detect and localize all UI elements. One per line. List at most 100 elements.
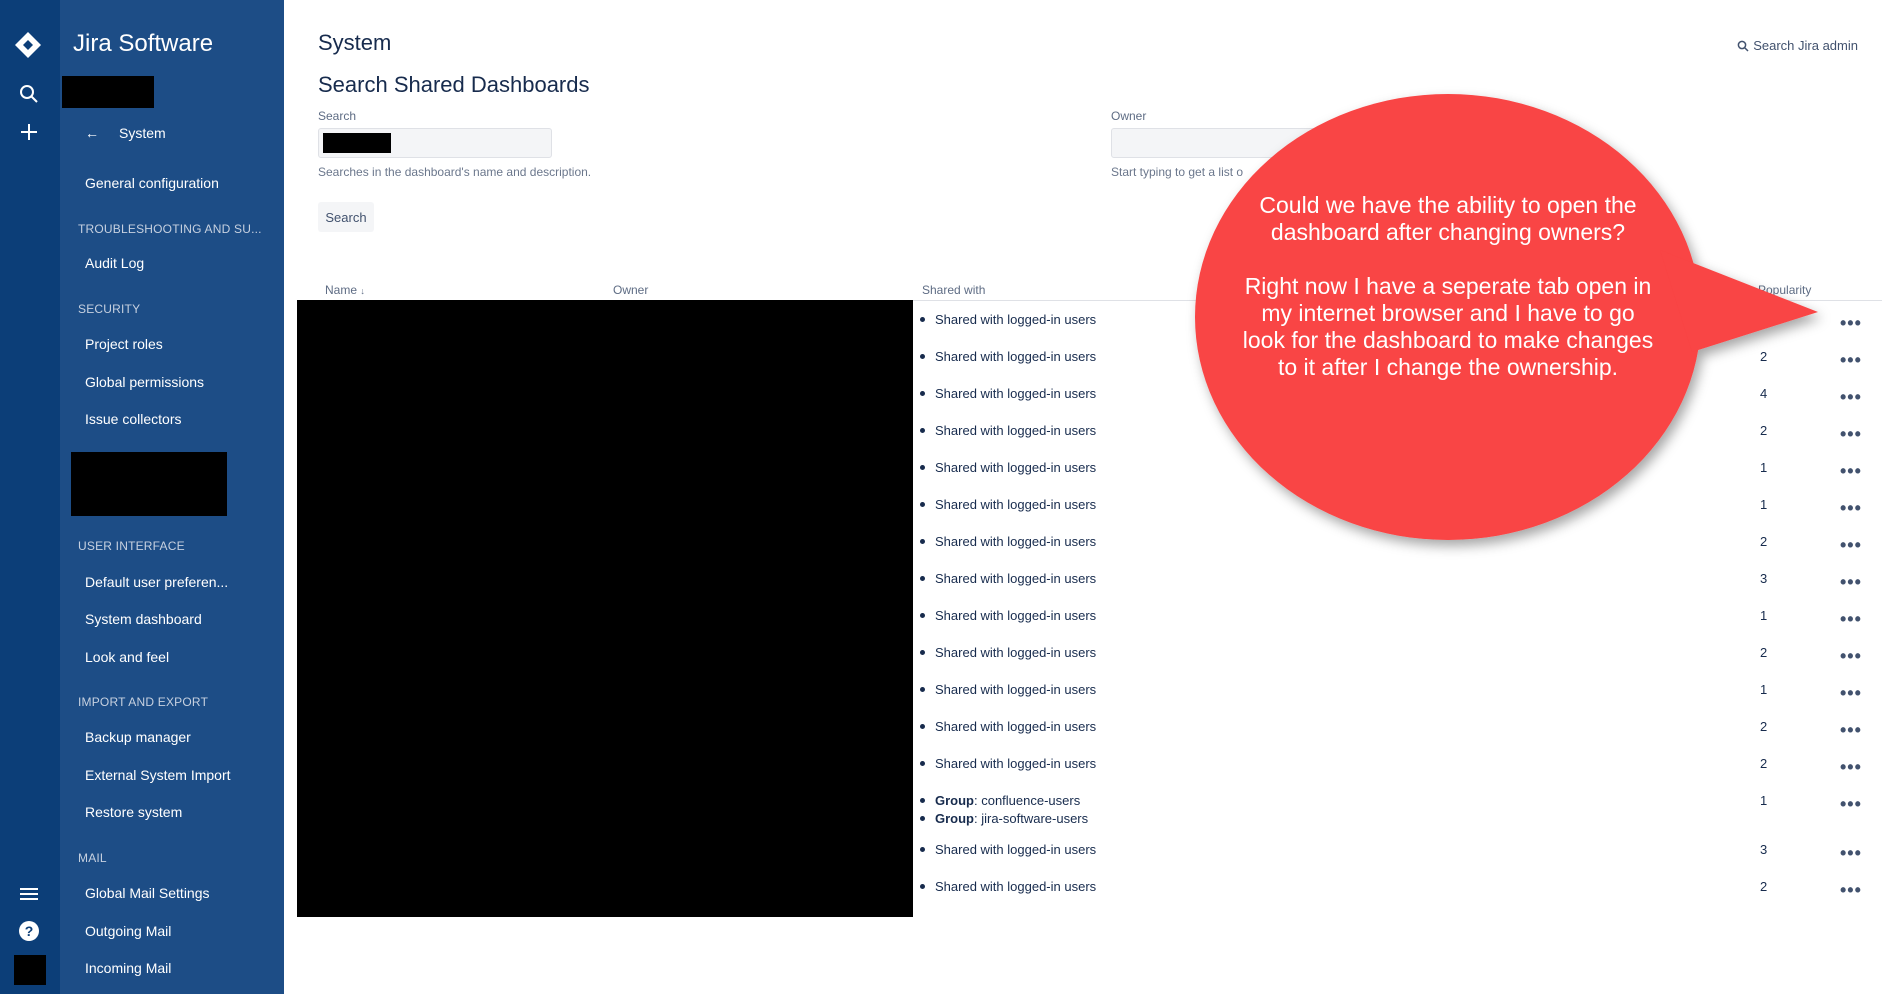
global-nav: ? [0, 0, 60, 994]
popularity-value: 1 [1760, 793, 1768, 808]
table-row: Group: confluence-users [920, 793, 1080, 808]
back-label: System [119, 125, 166, 141]
column-header-shared-with: Shared with [922, 283, 986, 297]
search-admin-link[interactable]: Search Jira admin [1737, 38, 1858, 53]
column-header-popularity[interactable]: Popularity [1758, 283, 1811, 297]
avatar[interactable] [14, 955, 46, 985]
popularity-value: 2 [1760, 534, 1768, 549]
help-icon[interactable]: ? [15, 917, 43, 945]
more-actions-icon[interactable]: ••• [1840, 314, 1862, 332]
popularity-value: 1 [1760, 608, 1768, 623]
table-row: Shared with logged-in users [920, 497, 1096, 512]
popularity-value: 2 [1760, 645, 1768, 660]
table-row: Shared with logged-in users [920, 534, 1096, 549]
table-row: Shared with logged-in users [920, 842, 1096, 857]
column-header-owner[interactable]: Owner [613, 283, 648, 297]
popularity-value: 2 [1760, 756, 1768, 771]
table-row: Shared with logged-in users [920, 645, 1096, 660]
sidebar-item-project-roles[interactable]: Project roles [85, 336, 163, 352]
sidebar-item-default-user-preferences[interactable]: Default user preferen... [85, 574, 228, 590]
table-row: Shared with logged-in users [920, 386, 1096, 401]
redacted-project [62, 76, 154, 108]
table-row: Group: jira-software-users [920, 811, 1088, 826]
more-actions-icon[interactable]: ••• [1840, 536, 1862, 554]
table-row: Shared with logged-in users [920, 460, 1096, 475]
redacted-section [71, 452, 227, 516]
callout-text: Could we have the ability to open the da… [1242, 192, 1654, 380]
sidebar-item-outgoing-mail[interactable]: Outgoing Mail [85, 923, 171, 939]
search-icon[interactable] [15, 80, 43, 108]
more-actions-icon[interactable]: ••• [1840, 684, 1862, 702]
popularity-value: 3 [1760, 842, 1768, 857]
popularity-value: 2 [1760, 349, 1768, 364]
more-actions-icon[interactable]: ••• [1840, 388, 1862, 406]
more-actions-icon[interactable]: ••• [1840, 758, 1862, 776]
popularity-value: 1 [1760, 460, 1768, 475]
main-content: System Search Jira admin Search Shared D… [284, 0, 1896, 994]
column-header-name[interactable]: Name ↓ [325, 283, 365, 297]
product-name[interactable]: Jira Software [73, 30, 213, 58]
sidebar-item-global-mail-settings[interactable]: Global Mail Settings [85, 885, 210, 901]
sidebar-item-look-and-feel[interactable]: Look and feel [85, 649, 169, 665]
sidebar-item-global-permissions[interactable]: Global permissions [85, 374, 204, 390]
redacted-dashboard-names [297, 300, 913, 917]
popularity-value: 2 [1760, 719, 1768, 734]
more-actions-icon[interactable]: ••• [1840, 881, 1862, 899]
more-actions-icon[interactable]: ••• [1840, 795, 1862, 813]
sidebar-section-security: SECURITY [78, 302, 141, 316]
more-actions-icon[interactable]: ••• [1840, 351, 1862, 369]
popularity-value: 2 [1760, 423, 1768, 438]
owner-input[interactable] [1111, 128, 1393, 158]
sidebar-section-import-export: IMPORT AND EXPORT [78, 695, 209, 709]
more-actions-icon[interactable]: ••• [1840, 610, 1862, 628]
popularity-value: 2 [1760, 879, 1768, 894]
owner-help-text: Start typing to get a list o [1111, 165, 1244, 179]
sidebar: Jira Software ← System General configura… [60, 0, 284, 994]
redacted-search-value [323, 133, 391, 153]
sidebar-item-audit-log[interactable]: Audit Log [85, 255, 144, 271]
svg-text:?: ? [25, 923, 34, 939]
table-row: Shared with logged-in users [920, 349, 1096, 364]
more-actions-icon[interactable]: ••• [1840, 844, 1862, 862]
search-help-text: Searches in the dashboard's name and des… [318, 165, 592, 179]
table-row: Shared with logged-in users [920, 571, 1096, 586]
sidebar-section-troubleshooting: TROUBLESHOOTING AND SU... [78, 222, 262, 236]
sidebar-item-general-configuration[interactable]: General configuration [85, 175, 219, 191]
sort-arrow-icon: ↓ [360, 286, 365, 296]
popularity-value: 3 [1760, 571, 1768, 586]
popularity-value: 4 [1760, 386, 1768, 401]
sidebar-item-external-system-import[interactable]: External System Import [85, 767, 231, 783]
owner-label: Owner [1111, 109, 1147, 123]
table-row: Shared with logged-in users [920, 719, 1096, 734]
table-row: Shared with logged-in users [920, 879, 1096, 894]
menu-icon[interactable] [15, 880, 43, 908]
sidebar-item-backup-manager[interactable]: Backup manager [85, 729, 191, 745]
more-actions-icon[interactable]: ••• [1840, 499, 1862, 517]
plus-icon[interactable] [15, 118, 43, 146]
sidebar-item-issue-collectors[interactable]: Issue collectors [85, 411, 181, 427]
search-input[interactable] [318, 128, 552, 158]
sidebar-section-mail: MAIL [78, 851, 107, 865]
sidebar-section-user-interface: USER INTERFACE [78, 539, 185, 553]
search-label: Search [318, 109, 357, 123]
jira-logo-icon[interactable] [13, 30, 43, 60]
popularity-value: 1 [1760, 682, 1768, 697]
search-icon [1737, 40, 1749, 52]
form-title: Search Shared Dashboards [318, 72, 590, 97]
popularity-value: 1 [1760, 497, 1768, 512]
table-row: Shared with logged-in users [920, 608, 1096, 623]
more-actions-icon[interactable]: ••• [1840, 425, 1862, 443]
more-actions-icon[interactable]: ••• [1840, 462, 1862, 480]
sidebar-item-system-dashboard[interactable]: System dashboard [85, 611, 202, 627]
back-link[interactable]: ← System [85, 125, 166, 141]
arrow-left-icon: ← [85, 125, 99, 141]
page-title: System [318, 30, 392, 55]
sidebar-item-restore-system[interactable]: Restore system [85, 804, 182, 820]
more-actions-icon[interactable]: ••• [1840, 647, 1862, 665]
search-admin-label: Search Jira admin [1753, 38, 1858, 53]
more-actions-icon[interactable]: ••• [1840, 573, 1862, 591]
more-actions-icon[interactable]: ••• [1840, 721, 1862, 739]
table-row: Shared with logged-in users [920, 312, 1096, 327]
sidebar-item-incoming-mail[interactable]: Incoming Mail [85, 960, 171, 976]
search-button[interactable]: Search [318, 202, 374, 232]
